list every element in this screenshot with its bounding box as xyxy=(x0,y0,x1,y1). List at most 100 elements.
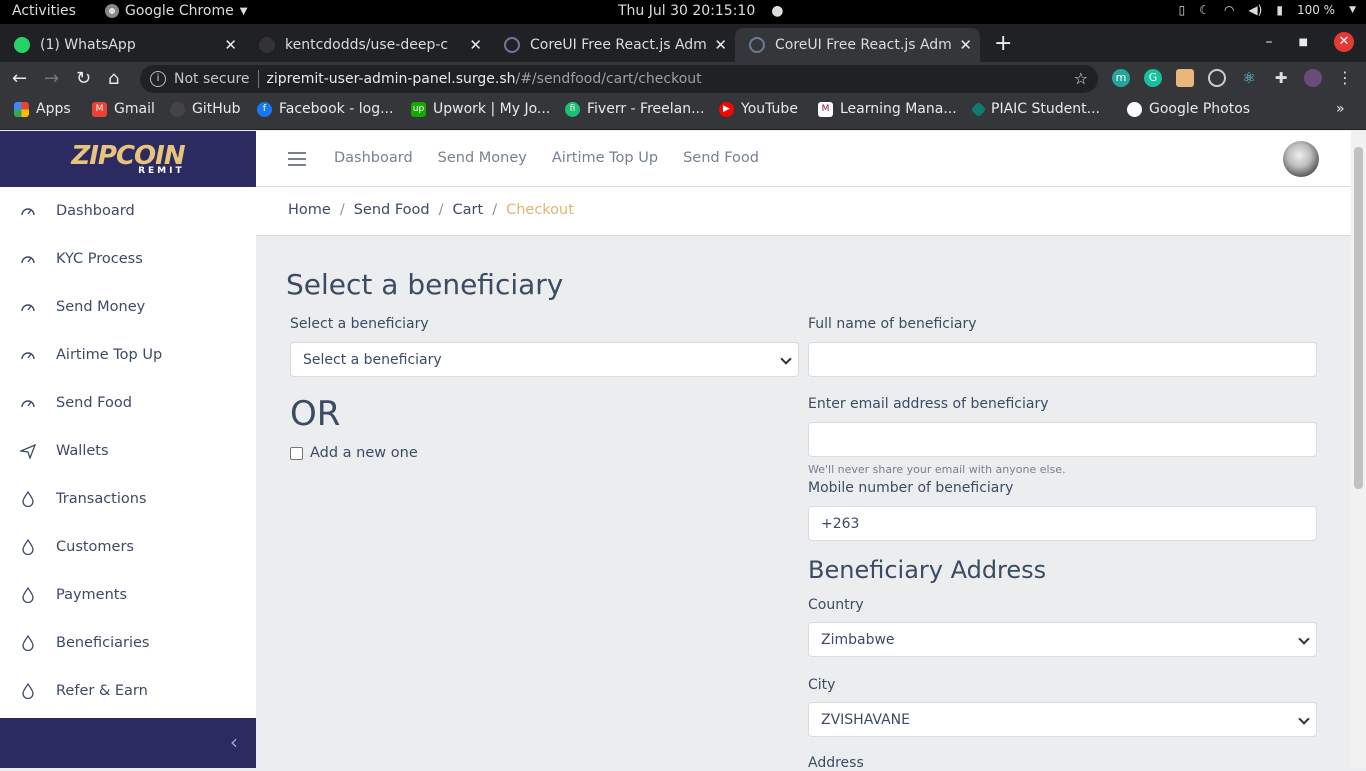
extensions: m G ⚛ ✚ ⋮ xyxy=(1112,69,1354,87)
address-bar[interactable]: i Not secure zipremit-user-admin-panel.s… xyxy=(140,65,1098,93)
facebook-icon: f xyxy=(257,101,272,117)
header-nav-dashboard[interactable]: Dashboard xyxy=(334,150,413,166)
bookmark-gmail[interactable]: M Gmail xyxy=(92,101,155,117)
grammarly-icon[interactable]: G xyxy=(1144,69,1162,87)
sidebar-item-wallets[interactable]: Wallets xyxy=(0,427,256,475)
browser-tab[interactable]: CoreUI Free React.js Adm ✕ xyxy=(490,28,735,62)
header-nav-send-money[interactable]: Send Money xyxy=(438,150,527,166)
header-nav-airtime-top-up[interactable]: Airtime Top Up xyxy=(552,150,658,166)
close-tab-icon[interactable]: ✕ xyxy=(959,36,972,54)
address-label: Address xyxy=(808,755,864,771)
notification-dot-icon: ● xyxy=(771,3,784,19)
extension-m-icon[interactable]: m xyxy=(1112,69,1130,87)
reload-icon[interactable]: ↻ xyxy=(76,68,91,89)
clock[interactable]: Thu Jul 30 20:15:10 ● xyxy=(618,3,783,19)
avatar[interactable] xyxy=(1283,141,1319,177)
mobile-input[interactable]: +263 xyxy=(808,506,1317,541)
email-input[interactable] xyxy=(808,422,1317,457)
sidebar-item-kyc-process[interactable]: KYC Process xyxy=(0,235,256,283)
tab-title: CoreUI Free React.js Adm xyxy=(530,37,707,53)
add-new-label[interactable]: Add a new one xyxy=(310,445,418,461)
react-devtools-icon[interactable]: ⚛ xyxy=(1240,69,1258,87)
sidebar-item-dashboard[interactable]: Dashboard xyxy=(0,187,256,235)
browser-tab[interactable]: (1) WhatsApp ✕ xyxy=(0,28,245,62)
activities-button[interactable]: Activities xyxy=(12,3,76,19)
caret-down-icon: ▼ xyxy=(239,5,248,17)
info-icon[interactable]: i xyxy=(150,71,166,87)
lms-icon: M xyxy=(818,101,833,117)
app-menu[interactable]: Google Chrome ▼ xyxy=(105,3,247,19)
bookmark-piaic[interactable]: PIAIC Student... xyxy=(970,101,1100,117)
sidebar-item-label: Dashboard xyxy=(56,203,135,219)
sidebar-item-label: Airtime Top Up xyxy=(56,347,163,363)
sidebar-item-beneficiaries[interactable]: Beneficiaries xyxy=(0,619,256,667)
browser-tab[interactable]: kentcdodds/use-deep-c ✕ xyxy=(245,28,490,62)
close-tab-icon[interactable]: ✕ xyxy=(469,36,482,54)
bookmarks-overflow-icon[interactable]: » xyxy=(1336,101,1345,117)
sidebar-item-label: Send Food xyxy=(56,395,132,411)
extensions-puzzle-icon[interactable]: ✚ xyxy=(1272,69,1290,87)
github-icon xyxy=(259,37,275,53)
apps-grid-icon xyxy=(14,101,29,117)
more-menu-icon[interactable]: ⋮ xyxy=(1336,69,1354,87)
breadcrumb-cart[interactable]: Cart xyxy=(453,202,484,218)
sidebar-item-transactions[interactable]: Transactions xyxy=(0,475,256,523)
header-nav: Dashboard Send Money Airtime Top Up Send… xyxy=(334,150,759,166)
hamburger-menu-icon[interactable] xyxy=(288,152,306,166)
bookmark-github[interactable]: GitHub xyxy=(170,101,241,117)
city-select[interactable]: ZVISHAVANE xyxy=(808,702,1317,737)
extension-face-icon[interactable] xyxy=(1176,69,1194,87)
sidebar-item-send-money[interactable]: Send Money xyxy=(0,283,256,331)
close-tab-icon[interactable]: ✕ xyxy=(714,36,727,54)
forward-icon[interactable]: → xyxy=(44,68,59,89)
sidebar-item-send-food[interactable]: Send Food xyxy=(0,379,256,427)
country-value: Zimbabwe xyxy=(821,631,895,648)
extension-target-icon[interactable] xyxy=(1208,69,1226,87)
close-window-icon[interactable]: ✕ xyxy=(1334,32,1354,52)
profile-avatar[interactable] xyxy=(1304,69,1322,87)
back-icon[interactable]: ← xyxy=(12,68,27,89)
sidebar-item-payments[interactable]: Payments xyxy=(0,571,256,619)
bookmark-google-photos[interactable]: Google Photos xyxy=(1127,101,1250,117)
sidebar-item-airtime-top-up[interactable]: Airtime Top Up xyxy=(0,331,256,379)
caret-down-icon: ▼ xyxy=(1349,5,1356,15)
scrollbar-thumb[interactable] xyxy=(1354,147,1363,489)
drop-icon xyxy=(20,587,36,603)
new-tab-button[interactable]: + xyxy=(980,31,1012,62)
breadcrumb-home[interactable]: Home xyxy=(288,202,331,218)
breadcrumb-current: Checkout xyxy=(506,202,574,218)
maximize-icon[interactable]: ■ xyxy=(1299,37,1308,48)
browser-tab-active[interactable]: CoreUI Free React.js Adm ✕ xyxy=(735,28,980,62)
speedometer-icon xyxy=(20,251,36,267)
bookmark-upwork[interactable]: up Upwork | My Jo... xyxy=(411,101,550,117)
full-name-input[interactable] xyxy=(808,342,1317,377)
sidebar-item-customers[interactable]: Customers xyxy=(0,523,256,571)
brand[interactable]: ZIPCOIN REMIT xyxy=(0,131,256,187)
select-beneficiary-dropdown[interactable]: Select a beneficiary xyxy=(290,342,799,377)
toolbar: ← → ↻ ⌂ i Not secure zipremit-user-admin… xyxy=(0,62,1366,96)
divider xyxy=(257,70,259,88)
sidebar-item-label: Payments xyxy=(56,587,128,603)
email-label: Enter email address of beneficiary xyxy=(808,396,1049,412)
country-select[interactable]: Zimbabwe xyxy=(808,622,1317,657)
sidebar-item-refer-earn[interactable]: Refer & Earn xyxy=(0,667,256,715)
sidebar-minimizer[interactable]: ‹ xyxy=(0,718,256,768)
breadcrumb-bar: Home / Send Food / Cart / Checkout xyxy=(256,187,1351,236)
minimize-icon[interactable]: – xyxy=(1266,34,1273,50)
bookmark-learning[interactable]: M Learning Mana... xyxy=(818,101,957,117)
header-nav-send-food[interactable]: Send Food xyxy=(683,150,759,166)
close-tab-icon[interactable]: ✕ xyxy=(224,36,237,54)
add-new-checkbox[interactable] xyxy=(290,447,303,460)
speedometer-icon xyxy=(20,347,36,363)
bookmark-apps[interactable]: Apps xyxy=(14,101,71,117)
bookmark-fiverr[interactable]: fi Fiverr - Freelan... xyxy=(565,101,704,117)
whatsapp-icon xyxy=(14,37,30,53)
bookmarks-bar: Apps M Gmail GitHub f Facebook - log... up… xyxy=(0,96,1366,130)
breadcrumb-send-food[interactable]: Send Food xyxy=(354,202,430,218)
bookmark-star-icon[interactable]: ☆ xyxy=(1074,69,1088,88)
home-icon[interactable]: ⌂ xyxy=(108,68,119,89)
gmail-icon: M xyxy=(92,101,107,117)
bookmark-facebook[interactable]: f Facebook - log... xyxy=(257,101,393,117)
bookmark-youtube[interactable]: ▶ YouTube xyxy=(719,101,798,117)
system-tray[interactable]: ▯ ☾ ◠ ◀) ▮ 100 % ▼ xyxy=(1179,3,1356,17)
